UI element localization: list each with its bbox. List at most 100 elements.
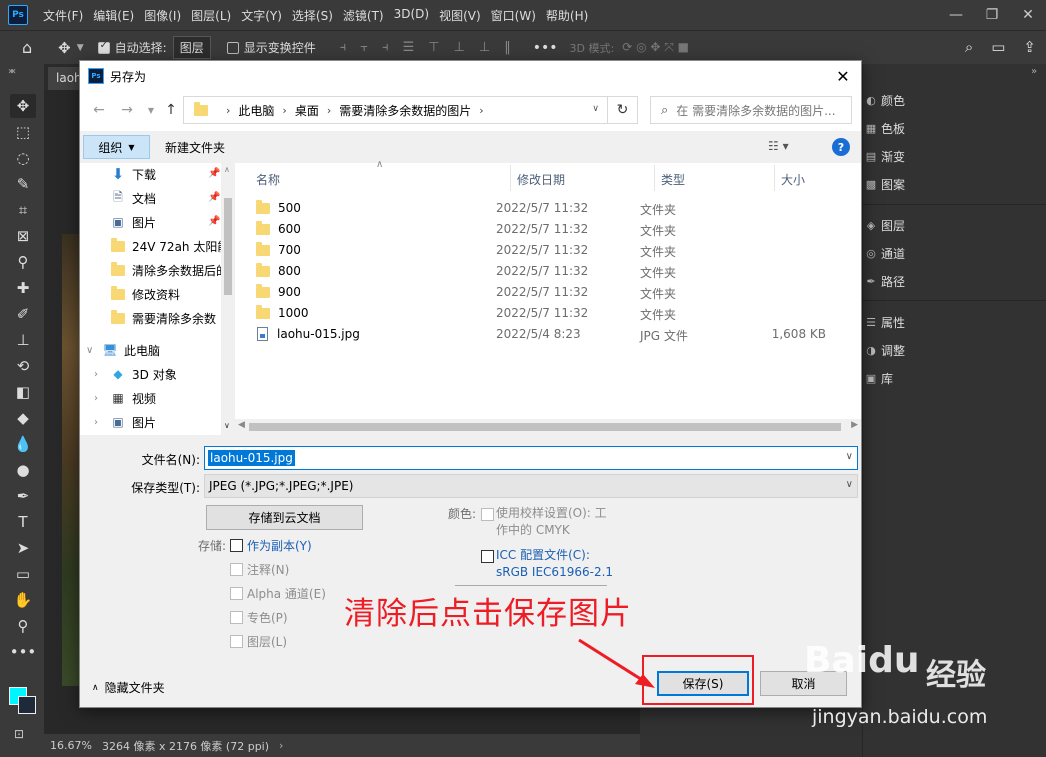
menu-filter[interactable]: 滤镜(T) xyxy=(338,7,389,24)
brush-tool[interactable]: ✐ xyxy=(10,302,36,326)
expand-chevron-icon[interactable]: › xyxy=(94,393,98,404)
more-tools-icon[interactable]: ••• xyxy=(10,640,37,664)
panel-adjustments[interactable]: ◑ 调整 xyxy=(863,336,1046,364)
move-tool-icon[interactable]: ✥ xyxy=(58,39,71,57)
column-name[interactable]: 名称 xyxy=(256,171,280,188)
panel-paths[interactable]: ✒ 路径 xyxy=(863,267,1046,295)
nav-item-pictures[interactable]: ▣ 图片 xyxy=(110,411,156,433)
table-row[interactable]: 700 2022/5/7 11:32 文件夹 xyxy=(256,240,851,261)
3d-tool-icons[interactable]: ⟳ ◎ ✥ ⤧ ■ xyxy=(622,40,689,55)
column-type[interactable]: 类型 xyxy=(661,171,685,188)
as-copy-checkbox[interactable] xyxy=(230,539,243,552)
menu-type[interactable]: 文字(Y) xyxy=(236,7,287,24)
nav-item-documents[interactable]: 🗎 文档 xyxy=(110,187,156,209)
menu-layer[interactable]: 图层(L) xyxy=(186,7,236,24)
column-date[interactable]: 修改日期 xyxy=(517,171,565,188)
zoom-level[interactable]: 16.67% xyxy=(50,739,92,752)
eraser-tool[interactable]: ◧ xyxy=(10,380,36,404)
share-icon[interactable]: ⇪ xyxy=(1023,38,1036,56)
chevron-down-icon[interactable]: ∨ xyxy=(846,479,853,490)
scroll-right-icon[interactable]: ▶ xyxy=(851,420,858,430)
address-bar[interactable]: › 此电脑 › 桌面 › 需要清除多余数据的图片 › ∨ xyxy=(183,96,638,124)
auto-select-option[interactable]: 自动选择: 图层 xyxy=(97,36,211,59)
align-middle-icon[interactable]: ⊥ xyxy=(454,40,465,55)
blur-tool[interactable]: 💧 xyxy=(10,432,36,456)
distribute-icon[interactable]: ☰ xyxy=(403,40,415,55)
zoom-tool[interactable]: ⚲ xyxy=(10,614,36,638)
nav-item-this-pc[interactable]: 🖥 此电脑 xyxy=(102,339,160,361)
workspace-icon[interactable]: ▭ xyxy=(991,38,1005,56)
recent-chevron-icon[interactable]: ▼ xyxy=(142,101,160,119)
quick-select-tool[interactable]: ✎ xyxy=(10,172,36,196)
history-brush-tool[interactable]: ⟲ xyxy=(10,354,36,378)
align-top-icon[interactable]: ⊤ xyxy=(428,40,439,55)
crop-tool[interactable]: ⌗ xyxy=(10,198,36,222)
menu-file[interactable]: 文件(F) xyxy=(38,7,88,24)
shape-tool[interactable]: ▭ xyxy=(10,562,36,586)
organize-button[interactable]: 组织 ▼ xyxy=(83,135,150,159)
nav-item-videos[interactable]: ▦ 视频 xyxy=(110,387,156,409)
table-row[interactable]: 600 2022/5/7 11:32 文件夹 xyxy=(256,219,851,240)
hand-tool[interactable]: ✋ xyxy=(10,588,36,612)
search-icon[interactable]: ⌕ xyxy=(965,38,973,56)
nav-item-3d-objects[interactable]: ◆ 3D 对象 xyxy=(110,363,176,385)
show-transform-checkbox[interactable] xyxy=(226,41,239,54)
panel-layers[interactable]: ◈ 图层 xyxy=(863,211,1046,239)
restore-icon[interactable]: ❐ xyxy=(974,0,1010,30)
chevron-down-icon[interactable]: ∨ xyxy=(846,451,853,462)
nav-scrollbar[interactable]: ∧ ∨ xyxy=(221,163,235,435)
save-to-cloud-button[interactable]: 存储到云文档 xyxy=(206,505,363,530)
menu-view[interactable]: 视图(V) xyxy=(434,7,486,24)
expand-chevron-icon[interactable]: › xyxy=(94,417,98,428)
table-row[interactable]: 900 2022/5/7 11:32 文件夹 xyxy=(256,282,851,303)
frame-tool[interactable]: ⊠ xyxy=(10,224,36,248)
home-icon[interactable]: ⌂ xyxy=(22,38,32,57)
refresh-icon[interactable]: ↻ xyxy=(607,96,637,124)
collapse-panels-icon[interactable]: » xyxy=(1031,66,1037,77)
icc-profile-option[interactable]: ICC 配置文件(C): sRGB IEC61966-2.1 xyxy=(496,547,613,581)
show-transform-option[interactable]: 显示变换控件 xyxy=(226,39,316,56)
up-arrow-icon[interactable]: ↑ xyxy=(162,101,180,119)
breadcrumb-item[interactable]: 此电脑 xyxy=(238,102,274,119)
panel-swatches[interactable]: ▦ 色板 xyxy=(863,114,1046,142)
menu-3d[interactable]: 3D(D) xyxy=(389,7,434,24)
menu-help[interactable]: 帮助(H) xyxy=(541,7,593,24)
status-chevron-icon[interactable]: › xyxy=(279,739,283,752)
search-input[interactable]: ⌕ 在 需要清除多余数据的图片... xyxy=(650,96,852,124)
align-left-icon[interactable]: ⫞ xyxy=(340,40,347,55)
nav-item-folder[interactable]: 需要清除多余数 xyxy=(110,307,216,329)
pen-tool[interactable]: ✒ xyxy=(10,484,36,508)
move-tool[interactable]: ✥ xyxy=(10,94,36,118)
panel-libraries[interactable]: ▣ 库 xyxy=(863,364,1046,392)
align-center-icon[interactable]: ⫟ xyxy=(360,40,368,55)
nav-item-folder[interactable]: 清除多余数据后的 xyxy=(110,259,228,281)
chevron-down-icon[interactable]: ▼ xyxy=(77,43,84,53)
filename-field[interactable]: laohu-015.jpg ∨ xyxy=(204,446,858,470)
menu-select[interactable]: 选择(S) xyxy=(287,7,338,24)
type-tool[interactable]: T xyxy=(10,510,36,534)
horizontal-scrollbar[interactable]: ◀ ▶ xyxy=(235,419,861,435)
auto-select-checkbox[interactable] xyxy=(97,40,110,54)
nav-item-pictures[interactable]: ▣ 图片 xyxy=(110,211,156,233)
distribute-v-icon[interactable]: ‖ xyxy=(504,40,511,55)
icc-checkbox[interactable] xyxy=(481,550,494,563)
column-size[interactable]: 大小 xyxy=(781,171,805,188)
nav-item-folder[interactable]: 24V 72ah 太阳能 xyxy=(110,235,229,257)
scroll-down-icon[interactable]: ∨ xyxy=(224,421,230,430)
collapse-left-icon[interactable]: « xyxy=(10,66,16,77)
hide-folders-toggle[interactable]: ∧ 隐藏文件夹 xyxy=(92,679,165,696)
quick-mask-icon[interactable]: ⊡ xyxy=(14,727,24,741)
eyedropper-tool[interactable]: ⚲ xyxy=(10,250,36,274)
forward-arrow-icon[interactable]: → xyxy=(118,101,136,119)
expand-chevron-icon[interactable]: › xyxy=(94,369,98,380)
minimize-icon[interactable]: — xyxy=(938,0,974,30)
new-folder-button[interactable]: 新建文件夹 xyxy=(165,139,225,156)
bucket-tool[interactable]: ◆ xyxy=(10,406,36,430)
panel-patterns[interactable]: ▩ 图案 xyxy=(863,170,1046,198)
menu-window[interactable]: 窗口(W) xyxy=(486,7,541,24)
horizontal-scroll-thumb[interactable] xyxy=(249,423,841,431)
healing-tool[interactable]: ✚ xyxy=(10,276,36,300)
marquee-tool[interactable]: ⬚ xyxy=(10,120,36,144)
menu-edit[interactable]: 编辑(E) xyxy=(88,7,139,24)
breadcrumb-item[interactable]: 桌面 xyxy=(295,102,319,119)
